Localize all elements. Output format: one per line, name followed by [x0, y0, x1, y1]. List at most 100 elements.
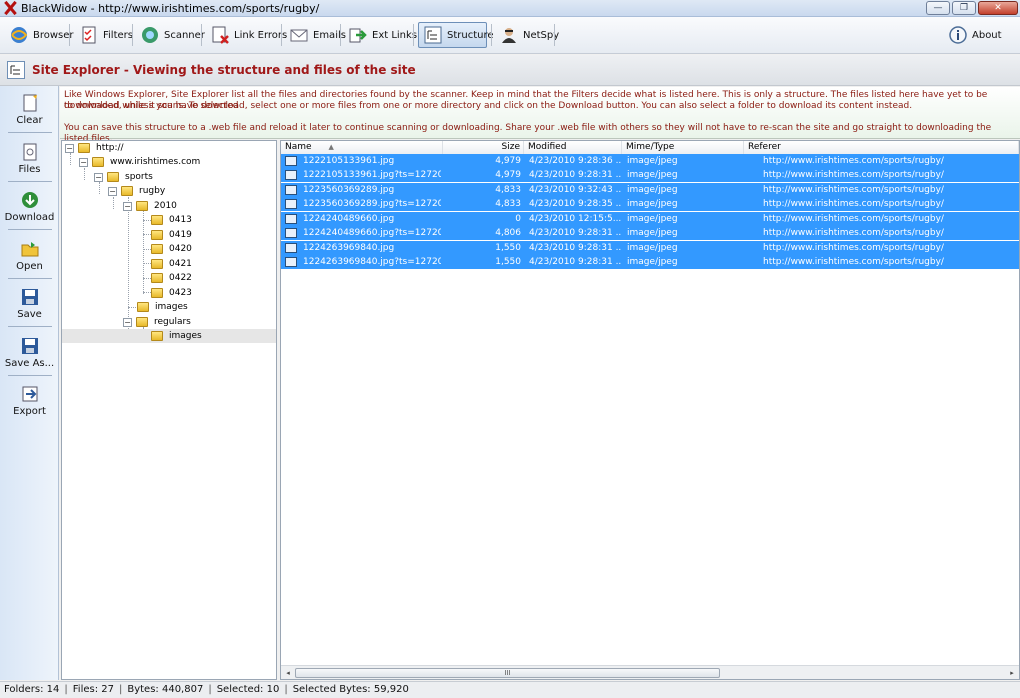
tree-node[interactable]: 0420 [151, 242, 192, 256]
file-name: 1224240489660.jpg?ts=127201... [303, 228, 441, 238]
file-size: 4,806 [495, 228, 521, 238]
tree-node[interactable]: 0413 [151, 213, 192, 227]
save-as-disk-icon [21, 337, 39, 355]
column-header-mime[interactable]: Mime/Type [622, 141, 744, 155]
file-row[interactable]: 1222105133961.jpg 4,979 4/23/2010 9:28:3… [281, 154, 1019, 168]
scanner-label: Scanner [164, 29, 205, 41]
scanner-button[interactable]: Scanner [136, 22, 209, 48]
filters-button[interactable]: Filters [75, 22, 137, 48]
file-row[interactable]: 1222105133961.jpg?ts=127201... 4,979 4/2… [281, 168, 1019, 182]
maximize-button[interactable]: ❐ [952, 1, 976, 15]
folder-icon [136, 317, 148, 327]
file-row[interactable]: 1223560369289.jpg 4,833 4/23/2010 9:32:4… [281, 183, 1019, 197]
column-header-size[interactable]: Size [443, 141, 524, 155]
info-icon [948, 25, 968, 45]
status-files: Files: 27 [72, 684, 114, 695]
files-button[interactable]: Files [0, 143, 59, 175]
image-file-icon [285, 185, 297, 195]
clear-page-icon [21, 94, 39, 112]
tree-node[interactable]: 0421 [151, 257, 192, 271]
download-button[interactable]: Download [0, 191, 59, 223]
toolbar-separator [132, 24, 133, 46]
file-name: 1223560369289.jpg?ts=127201... [303, 199, 441, 209]
file-name: 1222105133961.jpg [303, 156, 395, 166]
tree-node[interactable]: 0422 [151, 271, 192, 285]
file-mime: image/jpeg [627, 228, 678, 238]
column-header-name[interactable]: Name ▲ [281, 141, 443, 155]
image-file-icon [285, 199, 297, 209]
tree-node[interactable]: 0419 [151, 228, 192, 242]
scroll-left-arrow-icon[interactable]: ◂ [283, 668, 293, 678]
file-modified: 4/23/2010 9:28:31 ... [529, 170, 621, 180]
tree-node[interactable]: − rugby [108, 184, 165, 198]
title-bar: BlackWidow - http://www.irishtimes.com/s… [0, 0, 1020, 17]
browser-label: Browser [33, 29, 74, 41]
tree-connector [143, 220, 151, 221]
save-button[interactable]: Save [0, 288, 59, 320]
tree-connector [113, 197, 114, 209]
open-button[interactable]: Open [0, 240, 59, 272]
collapse-toggle[interactable]: − [108, 186, 117, 196]
file-row[interactable]: 1223560369289.jpg?ts=127201... 4,833 4/2… [281, 197, 1019, 211]
tree-node-label: regulars [154, 317, 191, 327]
ext-links-button[interactable]: Ext Links [344, 22, 421, 48]
scroll-right-arrow-icon[interactable]: ▸ [1007, 668, 1017, 678]
collapse-toggle[interactable]: − [123, 317, 132, 327]
tree-node[interactable]: − sports [94, 170, 153, 184]
status-selected: Selected: 10 [216, 684, 280, 695]
column-header-modified[interactable]: Modified [524, 141, 622, 155]
collapse-toggle[interactable]: − [94, 172, 103, 182]
folder-icon [137, 302, 149, 312]
status-bytes: Bytes: 440,807 [127, 684, 204, 695]
file-name: 1222105133961.jpg?ts=127201... [303, 170, 441, 180]
external-links-icon [348, 25, 368, 45]
export-button[interactable]: Export [0, 385, 59, 417]
horizontal-scrollbar[interactable]: ◂ III ▸ [281, 665, 1019, 679]
file-mime: image/jpeg [627, 199, 678, 209]
file-referer: http://www.irishtimes.com/sports/rugby/ [763, 228, 944, 238]
file-row[interactable]: 1224240489660.jpg 0 4/23/2010 12:15:5...… [281, 212, 1019, 226]
file-list[interactable]: Name ▲ Size Modified Mime/Type Referer 1… [280, 140, 1020, 680]
about-button[interactable]: About [944, 22, 1006, 48]
tree-node-selected[interactable]: images [62, 329, 276, 343]
tree-node[interactable]: − http:// [65, 141, 124, 155]
collapse-toggle[interactable]: − [123, 201, 132, 211]
file-referer: http://www.irishtimes.com/sports/rugby/ [763, 243, 944, 253]
file-row[interactable]: 1224263969840.jpg?ts=127201... 1,550 4/2… [281, 255, 1019, 269]
blackwidow-app-icon [3, 1, 17, 15]
tree-node-label: 0419 [169, 230, 192, 240]
tree-node[interactable]: 0423 [151, 286, 192, 300]
tree-node[interactable]: − regulars [123, 315, 191, 329]
file-name: 1223560369289.jpg [303, 185, 395, 195]
save-as-button[interactable]: Save As... [0, 337, 59, 369]
tree-connector [128, 307, 136, 308]
sidebar-separator [8, 181, 52, 182]
collapse-toggle[interactable]: − [79, 157, 88, 167]
file-mime: image/jpeg [627, 170, 678, 180]
clear-button[interactable]: Clear [0, 94, 59, 126]
folder-tree[interactable]: − http:// − www.irishtimes.com − sports … [61, 140, 277, 680]
tree-node-label: 0422 [169, 273, 192, 283]
file-row[interactable]: 1224263969840.jpg 1,550 4/23/2010 9:28:3… [281, 241, 1019, 255]
scrollbar-thumb[interactable]: III [295, 668, 720, 678]
netspy-button[interactable]: NetSpy [495, 22, 563, 48]
file-row[interactable]: 1224240489660.jpg?ts=127201... 4,806 4/2… [281, 226, 1019, 240]
status-folders: Folders: 14 [4, 684, 60, 695]
sidebar-separator [8, 229, 52, 230]
folder-icon [107, 172, 119, 182]
tree-node-label: 0420 [169, 244, 192, 254]
column-header-referer[interactable]: Referer [744, 141, 1019, 155]
tree-node[interactable]: images [137, 300, 188, 314]
browser-button[interactable]: Browser [5, 22, 78, 48]
collapse-toggle[interactable]: − [65, 143, 74, 153]
tree-node[interactable]: − 2010 [123, 199, 177, 213]
close-button[interactable]: ✕ [978, 1, 1018, 15]
structure-button[interactable]: Structure [418, 22, 494, 48]
link-errors-button[interactable]: Link Errors [206, 22, 291, 48]
minimize-button[interactable]: — [926, 1, 950, 15]
ext-links-label: Ext Links [372, 29, 418, 41]
browser-globe-icon [9, 25, 29, 45]
folder-icon [121, 186, 133, 196]
tree-node[interactable]: − www.irishtimes.com [79, 155, 200, 169]
file-mime: image/jpeg [627, 257, 678, 267]
